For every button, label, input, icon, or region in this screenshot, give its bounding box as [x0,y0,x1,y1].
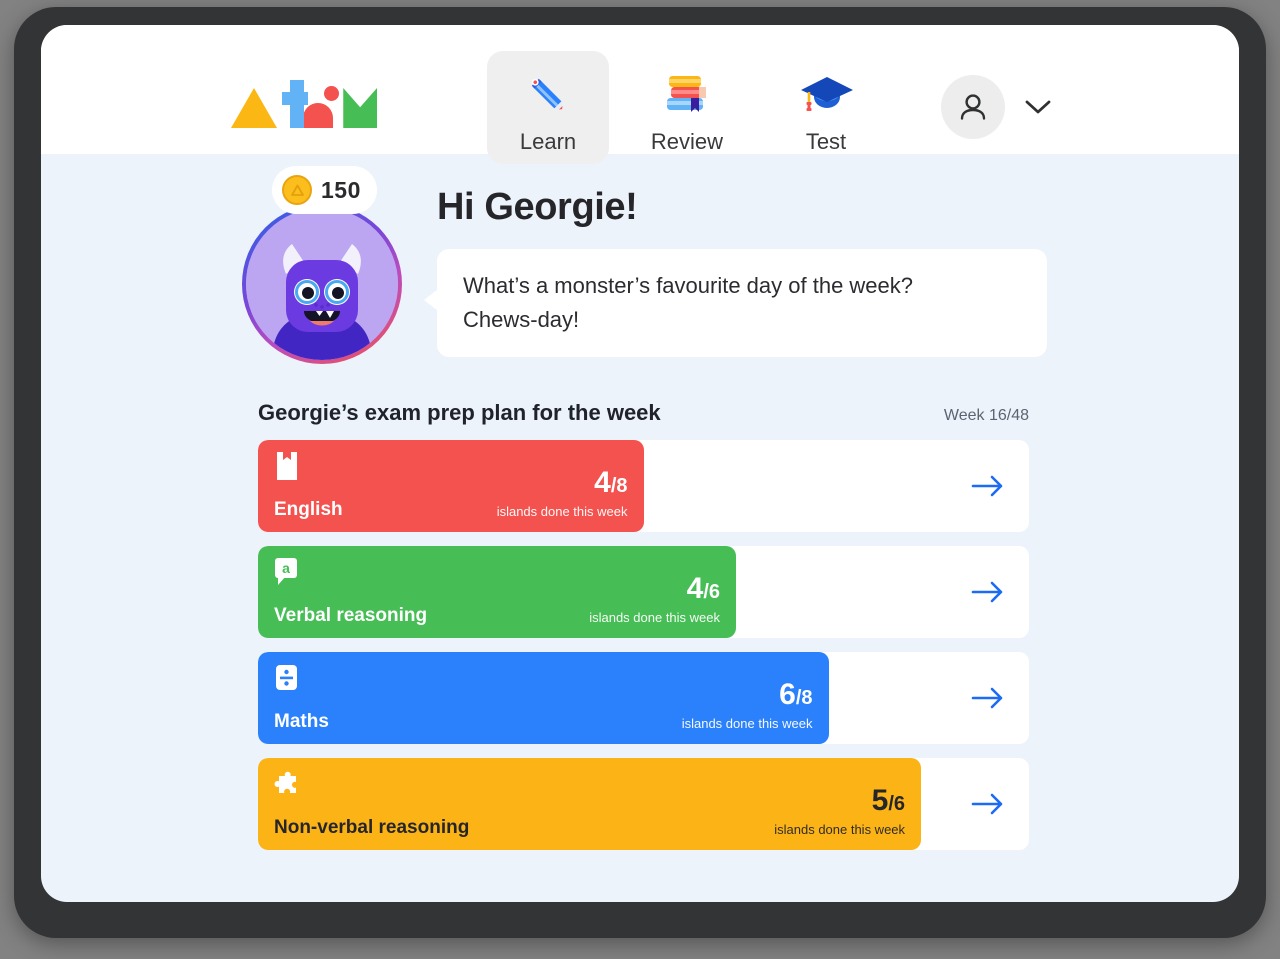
chevron-down-icon[interactable] [1023,98,1053,116]
arrow-right-icon[interactable] [971,686,1005,710]
joke-line-1: What’s a monster’s favourite day of the … [463,273,914,298]
atom-logo[interactable] [231,80,377,128]
islands-done: 6 [779,678,796,711]
logo-m-shape [343,88,377,128]
logo-triangle-shape [231,88,277,128]
islands-count: 4/8 [594,468,627,498]
subject-row-english[interactable]: English 4/8 islands done this week [258,440,1029,532]
bookmark-icon [274,452,300,480]
islands-total: /8 [610,475,628,497]
islands-count: 5/6 [872,786,905,816]
islands-caption: islands done this week [589,610,721,625]
islands-done: 4 [594,466,611,499]
subject-progress-list: English 4/8 islands done this week a Ver… [258,440,1029,850]
monster-avatar[interactable]: 150 [242,166,402,364]
tab-review-label: Review [650,129,724,154]
avatar-image [246,208,398,360]
main-content: 150 Hi Georgie! What’s a monster’s favou… [41,154,1239,850]
tab-learn[interactable]: Learn [487,51,609,164]
islands-caption: islands done this week [774,822,906,837]
joke-line-2: Chews-day! [463,307,580,332]
islands-done: 5 [871,784,889,817]
progress-fill: Maths 6/8 islands done this week [258,652,829,744]
subject-row-verbal-reasoning[interactable]: a Verbal reasoning 4/6 islands done this… [258,546,1029,638]
subject-name: English [274,499,343,520]
logo-dome-shape [303,103,334,128]
subject-name: Verbal reasoning [274,605,428,626]
plan-week-counter: Week 16/48 [943,407,1029,424]
division-sign-icon [274,664,300,692]
app-screen: Learn Review Test 150 Hi Georgie! What’s… [41,25,1239,902]
tab-learn-label: Learn [519,129,577,154]
islands-caption: islands done this week [496,504,628,519]
puzzle-piece-icon [274,770,300,798]
subject-row-maths[interactable]: Maths 6/8 islands done this week [258,652,1029,744]
progress-fill: a Verbal reasoning 4/6 islands done this… [258,546,737,638]
subject-name: Non-verbal reasoning [274,817,470,838]
top-navigation-bar: Learn Review Test [41,25,1239,164]
main-nav-tabs: Learn Review Test [487,51,887,164]
hero-section: 150 Hi Georgie! What’s a monster’s favou… [41,154,1239,386]
islands-done: 4 [686,572,704,605]
coin-icon [282,175,312,205]
islands-caption: islands done this week [681,716,813,731]
coin-count: 150 [321,176,361,203]
arrow-right-icon[interactable] [971,474,1005,498]
person-icon [960,94,986,120]
tab-test[interactable]: Test [765,51,887,164]
graduation-cap-icon [796,69,856,121]
plan-header: Georgie’s exam prep plan for the week We… [258,400,1029,426]
speech-bubble-a-icon: a [274,558,300,586]
subject-row-non-verbal-reasoning[interactable]: Non-verbal reasoning 5/6 islands done th… [258,758,1029,850]
avatar[interactable] [941,75,1005,139]
islands-total: /6 [888,793,906,815]
page-title: Hi Georgie! [437,186,638,228]
subject-name: Maths [274,711,329,732]
tab-test-label: Test [805,129,847,154]
svg-text:a: a [282,560,290,576]
plan-title: Georgie’s exam prep plan for the week [258,400,661,425]
joke-speech-bubble: What’s a monster’s favourite day of the … [424,249,1047,357]
islands-total: /8 [795,687,813,709]
arrow-right-icon[interactable] [971,792,1005,816]
tab-review[interactable]: Review [626,51,748,164]
islands-total: /6 [703,581,721,603]
islands-count: 6/8 [779,680,812,710]
progress-fill: English 4/8 islands done this week [258,440,644,532]
account-menu[interactable] [941,75,1053,139]
pencil-icon [526,69,570,121]
logo-t-shape [282,80,308,128]
book-stack-icon [661,69,713,121]
device-frame: Learn Review Test 150 Hi Georgie! What’s… [14,7,1266,938]
arrow-right-icon[interactable] [971,580,1005,604]
coin-balance-badge: 150 [272,166,377,214]
islands-count: 4/6 [687,574,720,604]
progress-fill: Non-verbal reasoning 5/6 islands done th… [258,758,922,850]
